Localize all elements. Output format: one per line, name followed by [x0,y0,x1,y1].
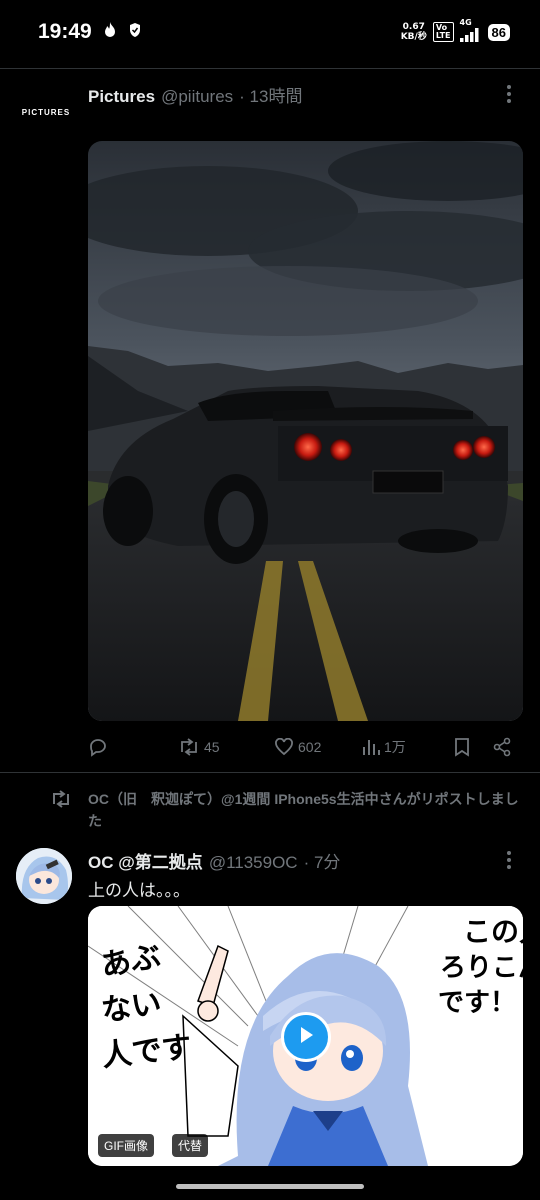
like-count: 602 [298,739,322,755]
tweet-text: 上の人は。。。 [88,881,190,900]
shield-icon [128,22,142,42]
retweet-count: 45 [204,739,220,755]
author-name[interactable]: OC @第二拠点 [88,848,203,873]
bookmark-icon [454,737,470,757]
manga-text-right-1: この人 [463,915,523,948]
reply-button[interactable] [88,737,108,757]
like-button[interactable]: 602 [274,738,321,756]
signal-icon [459,27,482,46]
author-handle[interactable]: @piitures [161,87,233,107]
volte-indicator: Vo LTE [432,22,454,42]
fire-icon [102,21,118,43]
clock: 19:49 [38,20,92,43]
play-button[interactable] [281,1012,331,1062]
status-bar: 19:49 0.67 KB/秒 Vo LTE 4G 86 [0,0,540,64]
retweet-notice-text: OC（旧 釈迦ぽて）@1週間 IPhone5s生活中さんがリポストしました [88,791,519,829]
like-icon [274,738,294,756]
share-icon [492,737,512,757]
manga-text-right-2: ろりこん [440,953,523,983]
author-name[interactable]: Pictures [88,87,155,107]
signal-indicator: 4G [459,18,482,46]
tweet-actions: 45 602 1万 [88,734,520,760]
views-icon [362,738,380,756]
views-button[interactable]: 1万 [362,737,406,757]
gif-badge[interactable]: GIF画像 [98,1134,154,1157]
tweet-image[interactable] [88,141,523,721]
gesture-bar[interactable] [176,1184,364,1189]
retweet-notice[interactable]: OC（旧 釈迦ぽて）@1週間 IPhone5s生活中さんがリポストしました [50,788,520,832]
battery-indicator: 86 [487,23,510,41]
play-icon [297,1025,315,1049]
author-handle[interactable]: @11359OC [209,853,298,873]
tweet-time: · 7分 [303,853,341,872]
retweet-button[interactable]: 45 [178,738,220,756]
avatar[interactable]: PICTURES [20,108,72,117]
alt-badge[interactable]: 代替 [172,1134,209,1157]
tweet-header: Pictures @piitures · 13時間 [88,82,302,107]
avatar[interactable] [16,848,72,904]
share-button[interactable] [492,737,512,757]
more-icon[interactable] [506,84,512,108]
manga-text-right-3: です！ [438,988,516,1018]
retweet-icon [178,738,200,756]
net-speed: 0.67 KB/秒 [400,22,427,42]
views-count: 1万 [384,739,406,755]
more-icon[interactable] [506,850,512,874]
retweet-icon [50,790,72,814]
divider [0,68,540,69]
tweet-time: · 13時間 [239,87,303,106]
reply-icon [88,737,108,757]
bookmark-button[interactable] [454,737,470,757]
divider [0,772,540,773]
tweet-header: OC @第二拠点 @11359OC · 7分 [88,848,340,873]
